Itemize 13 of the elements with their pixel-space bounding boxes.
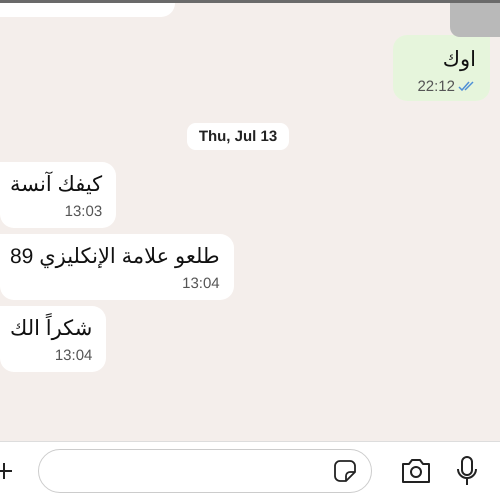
- sticker-icon[interactable]: [333, 459, 357, 483]
- message-time: 13:04: [54, 347, 92, 364]
- message-text: طلعو علامة الإنكليزي 89: [10, 244, 220, 269]
- message-text: اوك: [442, 47, 476, 72]
- message-time: 13:03: [64, 203, 102, 220]
- message-input-field[interactable]: [38, 449, 372, 493]
- message-time: 22:12: [417, 78, 455, 95]
- microphone-icon[interactable]: [456, 455, 478, 487]
- add-button[interactable]: [0, 461, 14, 481]
- date-label: Thu, Jul 13: [186, 123, 290, 150]
- camera-icon[interactable]: [400, 457, 432, 485]
- message-time: 13:04: [182, 275, 220, 292]
- message-text: كيفك آنسة: [10, 172, 102, 197]
